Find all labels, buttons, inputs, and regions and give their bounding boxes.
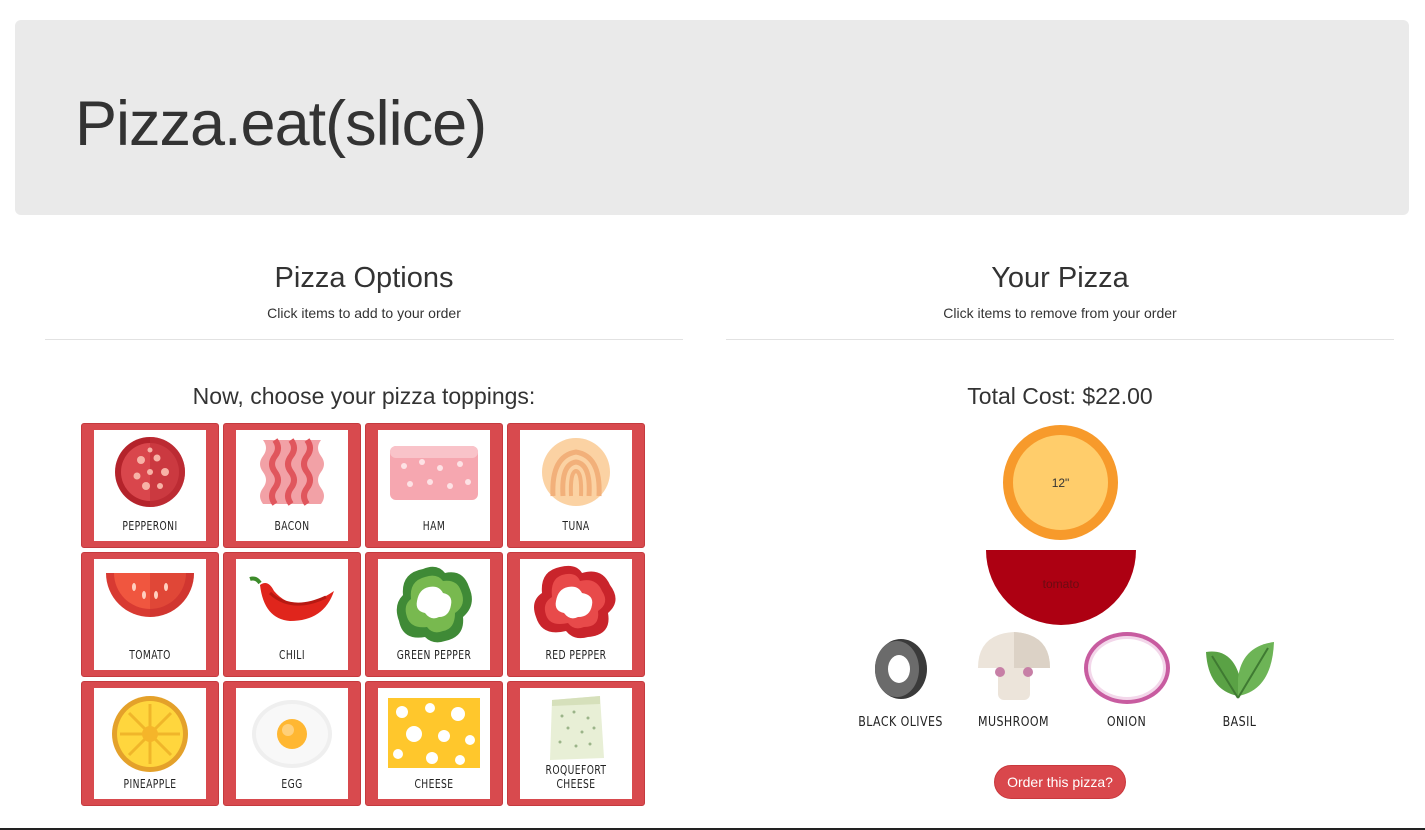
chili-icon bbox=[249, 576, 334, 621]
topping-tile-pepperoni[interactable]: PEPPERONI bbox=[81, 423, 219, 548]
chosen-topping-black-olives[interactable]: BLACK OLIVES bbox=[844, 628, 957, 738]
options-title: Pizza Options bbox=[274, 262, 454, 294]
topping-card: TUNA bbox=[520, 430, 632, 541]
roquefort-cheese-icon bbox=[550, 696, 604, 760]
mushroom-icon bbox=[977, 632, 1050, 700]
chosen-topping-onion[interactable]: ONION bbox=[1070, 628, 1183, 738]
topping-label: TOMATO bbox=[129, 648, 171, 662]
topping-tile-ham[interactable]: HAM bbox=[365, 423, 503, 548]
cheese-icon bbox=[388, 698, 480, 768]
topping-label: PINEAPPLE bbox=[123, 777, 177, 791]
sauce-label: tomato bbox=[1042, 576, 1080, 591]
topping-card: CHEESE bbox=[378, 688, 490, 799]
toppings-grid: PEPPERONI BACON HAM TUNA TOMATO CHILI GR… bbox=[81, 423, 645, 806]
chosen-toppings: BLACK OLIVES MUSHROOM ONION BASIL bbox=[844, 628, 1296, 738]
topping-tile-tuna[interactable]: TUNA bbox=[507, 423, 645, 548]
topping-label: RED PEPPER bbox=[545, 648, 607, 662]
toppings-prompt: Now, choose your pizza toppings: bbox=[192, 383, 536, 409]
egg-icon bbox=[252, 700, 332, 768]
tomato-icon bbox=[106, 573, 194, 617]
topping-card: RED PEPPER bbox=[520, 559, 632, 670]
topping-card: PINEAPPLE bbox=[94, 688, 206, 799]
options-subtitle: Click items to add to your order bbox=[267, 305, 461, 321]
topping-tile-cheese[interactable]: CHEESE bbox=[365, 681, 503, 806]
basil-icon bbox=[1205, 642, 1274, 699]
topping-label: TUNA bbox=[562, 519, 590, 533]
topping-card: HAM bbox=[378, 430, 490, 541]
tuna-icon bbox=[542, 438, 610, 506]
topping-label: GREEN PEPPER bbox=[396, 648, 472, 662]
topping-label: ROQUEFORT CHEESE bbox=[545, 763, 607, 791]
topping-tile-bacon[interactable]: BACON bbox=[223, 423, 361, 548]
chosen-topping-label: BASIL bbox=[1222, 715, 1257, 730]
page-title: Pizza.eat(slice) bbox=[75, 89, 487, 159]
topping-label: EGG bbox=[281, 777, 303, 791]
onion-icon bbox=[1083, 632, 1170, 704]
header-banner: Pizza.eat(slice) bbox=[15, 20, 1409, 215]
topping-label: PEPPERONI bbox=[122, 519, 178, 533]
total-cost: Total Cost: $22.00 bbox=[967, 383, 1153, 409]
your-pizza-subtitle: Click items to remove from your order bbox=[943, 305, 1177, 321]
pizza-size-label: 12" bbox=[1051, 475, 1070, 490]
topping-tile-pineapple[interactable]: PINEAPPLE bbox=[81, 681, 219, 806]
options-divider bbox=[45, 339, 683, 340]
chosen-topping-label: MUSHROOM bbox=[978, 715, 1049, 730]
topping-tile-egg[interactable]: EGG bbox=[223, 681, 361, 806]
your-pizza-title: Your Pizza bbox=[991, 262, 1129, 294]
bacon-icon bbox=[260, 438, 324, 506]
red-pepper-icon bbox=[534, 565, 616, 639]
topping-label: CHEESE bbox=[414, 777, 454, 791]
chosen-topping-label: ONION bbox=[1106, 715, 1147, 730]
chosen-topping-label: BLACK OLIVES bbox=[858, 715, 943, 730]
green-pepper-icon bbox=[396, 566, 472, 643]
topping-card: ROQUEFORT CHEESE bbox=[520, 688, 632, 799]
pizza-options-panel: Pizza Options Click items to add to your… bbox=[45, 262, 683, 806]
topping-tile-roquefort-cheese[interactable]: ROQUEFORT CHEESE bbox=[507, 681, 645, 806]
topping-card: GREEN PEPPER bbox=[378, 559, 490, 670]
your-pizza-panel: Your Pizza Click items to remove from yo… bbox=[726, 262, 1394, 799]
topping-label: CHILI bbox=[279, 648, 305, 662]
topping-tile-tomato[interactable]: TOMATO bbox=[81, 552, 219, 677]
topping-tile-chili[interactable]: CHILI bbox=[223, 552, 361, 677]
your-pizza-divider bbox=[726, 339, 1394, 340]
topping-card: EGG bbox=[236, 688, 348, 799]
topping-card: BACON bbox=[236, 430, 348, 541]
order-pizza-button[interactable]: Order this pizza? bbox=[994, 765, 1126, 799]
pineapple-icon bbox=[112, 696, 188, 772]
pizza-size-selection[interactable]: 12" bbox=[1003, 425, 1118, 540]
topping-label: BACON bbox=[274, 519, 310, 533]
pepperoni-icon bbox=[115, 437, 185, 507]
topping-card: CHILI bbox=[236, 559, 348, 670]
topping-tile-red-pepper[interactable]: RED PEPPER bbox=[507, 552, 645, 677]
sauce-selection[interactable]: tomato bbox=[986, 550, 1136, 625]
topping-label: HAM bbox=[422, 519, 446, 533]
chosen-topping-mushroom[interactable]: MUSHROOM bbox=[957, 628, 1070, 738]
black-olive-icon bbox=[874, 639, 927, 699]
topping-card: TOMATO bbox=[94, 559, 206, 670]
ham-icon bbox=[390, 446, 478, 500]
topping-tile-green-pepper[interactable]: GREEN PEPPER bbox=[365, 552, 503, 677]
chosen-topping-basil[interactable]: BASIL bbox=[1183, 628, 1296, 738]
topping-card: PEPPERONI bbox=[94, 430, 206, 541]
